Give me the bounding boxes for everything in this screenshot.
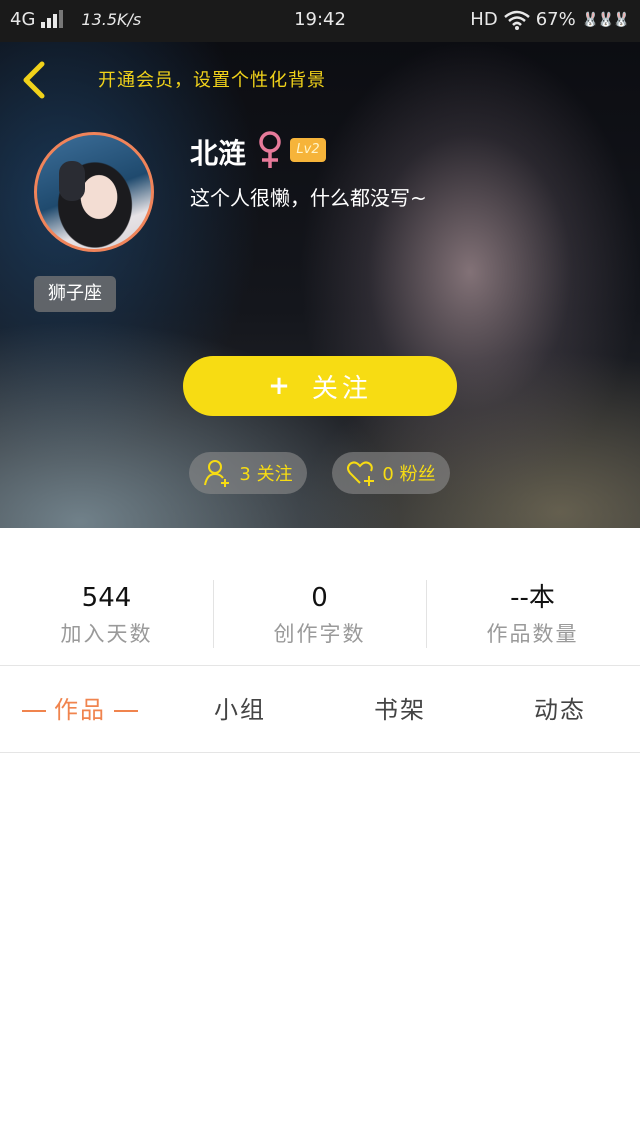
stat-value: 0 bbox=[311, 583, 328, 613]
stat-label: 创作字数 bbox=[273, 622, 366, 646]
wifi-icon bbox=[503, 10, 530, 30]
hd-indicator: HD bbox=[470, 9, 498, 30]
tab-bookshelf[interactable]: 书架 bbox=[320, 667, 480, 753]
stat-works-count: --本 作品数量 bbox=[426, 580, 639, 648]
tab-groups[interactable]: 小组 bbox=[160, 667, 320, 753]
avatar[interactable] bbox=[34, 132, 154, 252]
stat-word-count: 0 创作字数 bbox=[213, 580, 426, 648]
profile-header: 开通会员，设置个性化背景 北涟 Lv2 这个人很懒，什么都没写~ 狮子座 + 关… bbox=[0, 42, 640, 528]
user-add-icon bbox=[204, 460, 230, 487]
bio-text: 这个人很懒，什么都没写~ bbox=[190, 186, 427, 210]
stat-value: 544 bbox=[81, 583, 132, 613]
following-count: 3 关注 bbox=[239, 464, 293, 485]
back-button[interactable] bbox=[14, 58, 54, 102]
stats-row: 544 加入天数 0 创作字数 --本 作品数量 bbox=[0, 528, 640, 666]
fans-count: 0 粉丝 bbox=[382, 464, 436, 485]
tab-activity[interactable]: 动态 bbox=[480, 667, 640, 753]
tab-content-area bbox=[0, 754, 640, 1138]
vip-background-link[interactable]: 开通会员，设置个性化背景 bbox=[98, 66, 326, 92]
chevron-left-icon bbox=[23, 61, 45, 99]
level-badge: Lv2 bbox=[290, 138, 326, 162]
heart-add-icon bbox=[347, 461, 375, 486]
fans-count-button[interactable]: 0 粉丝 bbox=[332, 452, 450, 494]
follow-button[interactable]: + 关注 bbox=[183, 356, 457, 416]
stat-label: 加入天数 bbox=[60, 622, 153, 646]
tab-label: 动态 bbox=[534, 696, 586, 724]
tab-label: 作品 bbox=[54, 696, 106, 724]
zodiac-badge: 狮子座 bbox=[34, 276, 116, 312]
status-bar: 4G 13.5K/s 19:42 HD 67% 🐰🐰🐰 bbox=[0, 0, 640, 42]
tab-bar: 作品 小组 书架 动态 bbox=[0, 667, 640, 753]
stat-value: --本 bbox=[510, 583, 555, 613]
follow-label: 关注 bbox=[311, 373, 372, 404]
following-count-button[interactable]: 3 关注 bbox=[189, 452, 307, 494]
battery-level: 67% bbox=[535, 9, 576, 30]
tab-label: 小组 bbox=[214, 696, 266, 724]
status-right: HD 67% 🐰🐰🐰 bbox=[470, 9, 630, 30]
plus-icon: + bbox=[268, 371, 294, 401]
tab-active-dash-right bbox=[114, 710, 138, 712]
username: 北涟 bbox=[190, 137, 247, 170]
stat-label: 作品数量 bbox=[486, 622, 579, 646]
stat-join-days: 544 加入天数 bbox=[0, 580, 213, 648]
tab-label: 书架 bbox=[374, 696, 426, 724]
battery-bunny-icon: 🐰🐰🐰 bbox=[581, 11, 630, 28]
tab-works[interactable]: 作品 bbox=[0, 667, 160, 753]
tab-active-dash-left bbox=[22, 710, 46, 712]
female-gender-icon bbox=[259, 131, 281, 168]
